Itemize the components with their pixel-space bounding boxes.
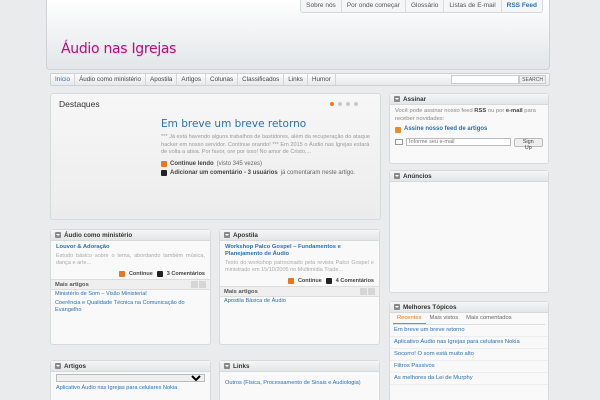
nav-audio-ministerio[interactable]: Áudio como ministério [75,74,147,85]
main-nav: Início Áudio como ministério Apostila Ar… [50,73,550,86]
box-header: Anúncios [403,172,432,180]
artigos-link[interactable]: Aplicativo Áudio nas Igrejas para celula… [56,384,205,393]
more-articles-label: Mais artigos [224,288,258,295]
view-count: (visto 345 vezes) [216,160,263,167]
rss-label: RSS [474,108,487,114]
topic-link[interactable]: As melhores da Lei de Murphy [390,373,548,385]
rss-icon [395,126,401,133]
featured-title: Destaques [59,99,100,109]
site-logo[interactable]: Áudio nas Igrejas [61,41,176,57]
box-header: Áudio como ministério [64,231,133,239]
post-title-link[interactable]: Workshop Palco Gospel – Fundamentos e Pl… [225,244,374,258]
comments-link[interactable]: 4 Comentários [336,278,374,284]
top-link-sobre[interactable]: Sobre nós [301,0,341,12]
nav-artigos[interactable]: Artigos [177,74,207,85]
slider-dot[interactable] [330,102,334,106]
featured-article: Em breve um breve retorno *** Já está ha… [161,118,376,179]
toggle-icon[interactable] [55,363,61,369]
top-topics-box: Melhores Tópicos Recentes Mais vistos Ma… [389,301,549,400]
slider-dot[interactable] [354,102,358,106]
email-field[interactable] [405,138,511,146]
comment-icon [156,271,163,277]
prev-arrow-icon[interactable] [191,281,198,288]
more-article-link[interactable]: Coerência e Qualidade Técnica na Comunic… [51,299,210,315]
more-articles-label: Mais artigos [55,281,89,288]
more-article-link[interactable]: Apostila Básica de Áudio [220,297,379,306]
post-title-link[interactable]: Louvor & Adoração [56,244,205,251]
nav-links[interactable]: Links [284,74,308,85]
continue-link[interactable]: Continue [298,278,322,284]
site-header: Sobre nós Por onde começar Glossário Lis… [46,0,550,70]
featured-excerpt: *** Já está havendo alguns trabalhos de … [161,134,370,155]
box-header: Artigos [64,362,87,370]
read-more-link[interactable]: Continue lendo [170,161,214,167]
more-article-link[interactable]: Ministério de Som – Visão Ministerial [51,290,210,299]
slider-dot[interactable] [338,102,342,106]
email-label: e-mail [505,108,523,114]
continue-icon [118,271,125,277]
subscribe-box: Assinar Você pode assinar nosso feed RSS… [389,93,549,164]
slider-dots [330,102,358,106]
comment-icon [325,278,332,284]
featured-article-title[interactable]: Em breve um breve retorno [161,118,376,130]
subscribe-text: Você pode assinar nosso feed [395,108,473,114]
toggle-icon[interactable] [224,232,230,238]
read-more-icon [161,160,167,167]
artigos-box: Artigos Aplicativo Áudio nas Igrejas par… [50,360,211,400]
continue-icon [287,278,294,284]
links-category-link[interactable]: Outros (Física, Processamento de Sinais … [225,380,374,387]
ads-box: Anúncios [389,170,549,293]
nav-apostila[interactable]: Apostila [146,74,178,85]
search-input[interactable] [451,75,520,84]
top-link-comecar[interactable]: Por onde começar [340,0,405,12]
next-arrow-icon[interactable] [199,281,206,288]
featured-panel: Destaques Em breve um breve retorno *** … [50,93,381,220]
nav-colunas[interactable]: Colunas [206,74,239,85]
apostila-box: Apostila Workshop Palco Gospel – Fundame… [219,229,380,345]
tab-mais-comentados[interactable]: Mais comentados [462,313,515,324]
top-link-listas[interactable]: Listas de E-mail [443,0,500,12]
add-comment-link[interactable]: Adicionar um comentário - 3 usuários [170,170,278,176]
links-box: Links Outros (Física, Processamento de S… [219,360,380,400]
search-button[interactable]: SEARCH [519,75,546,84]
signup-button[interactable]: Sign Up [513,137,543,151]
toggle-icon[interactable] [224,363,230,369]
tab-mais-vistos[interactable]: Mais vistos [426,313,463,324]
comment-suffix: já comentaram neste artigo. [280,169,356,176]
prev-arrow-icon[interactable] [360,288,367,295]
box-header: Melhores Tópicos [403,303,457,311]
tab-recentes[interactable]: Recentes [393,313,426,324]
post-excerpt: Texto do workshop patrocinado pela revis… [225,260,374,273]
top-link-glossario[interactable]: Glossário [404,0,443,12]
post-excerpt: Estudo básico sobre o tema, abordando ta… [56,253,205,266]
subscribe-text: ou por [487,108,505,114]
artigos-select[interactable] [56,374,205,382]
topic-link[interactable]: Socorro! O som está muito alto [390,349,548,361]
box-header: Apostila [233,231,258,239]
topic-link[interactable]: Aplicativo Áudio nas Igrejas para celula… [390,337,548,349]
topic-link[interactable]: Filtros Passivos [390,361,548,373]
ministry-box: Áudio como ministério Louvor & Adoração … [50,229,211,345]
nav-classificados[interactable]: Classificados [238,74,285,85]
feed-link[interactable]: Assine nosso feed de artigos [404,126,487,134]
search-form: SEARCH [451,75,546,84]
nav-inicio[interactable]: Início [51,74,76,85]
box-header: Links [233,362,250,370]
nav-humor[interactable]: Humor [308,74,336,85]
continue-link[interactable]: Continue [129,271,153,277]
top-links: Sobre nós Por onde começar Glossário Lis… [300,0,543,13]
toggle-icon[interactable] [394,304,400,310]
topic-link[interactable]: Em breve um breve retorno [390,325,548,337]
envelope-icon [395,139,403,145]
box-header: Assinar [403,95,427,103]
top-link-rss[interactable]: RSS Feed [500,0,542,12]
toggle-icon[interactable] [55,232,61,238]
toggle-icon[interactable] [394,96,400,102]
comments-link[interactable]: 3 Comentários [167,271,205,277]
comment-icon [161,169,167,176]
toggle-icon[interactable] [394,173,400,179]
next-arrow-icon[interactable] [368,288,375,295]
slider-dot[interactable] [346,102,350,106]
